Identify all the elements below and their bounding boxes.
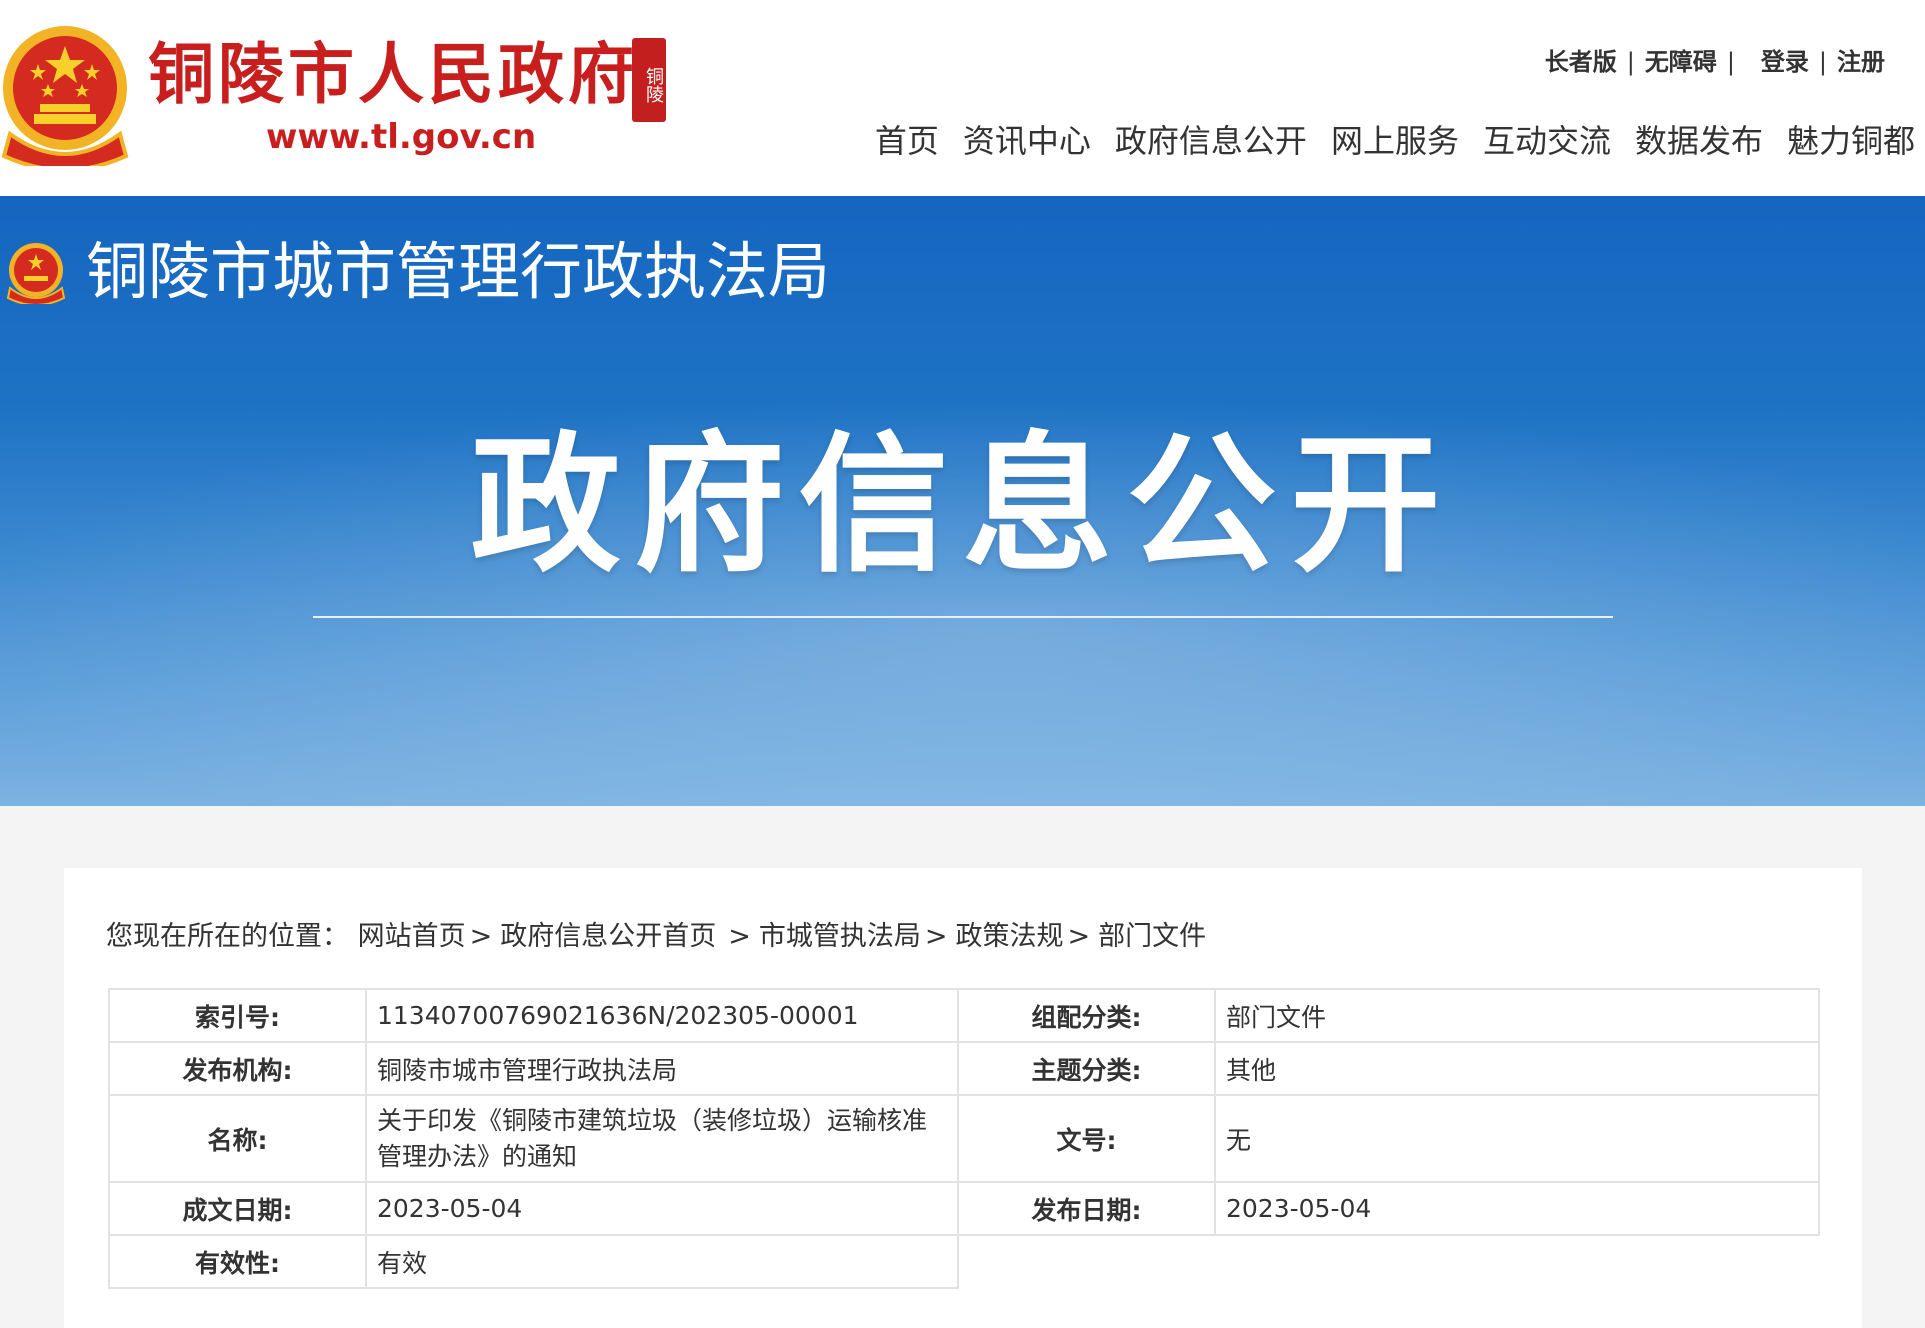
nav-item-gov-info[interactable]: 政府信息公开 (1115, 116, 1307, 162)
doc-no-value: 无 (1214, 1094, 1820, 1183)
breadcrumb-separator: > (728, 921, 751, 952)
nav-item-data[interactable]: 数据发布 (1635, 116, 1763, 162)
publish-date-value: 2023-05-04 (1214, 1181, 1820, 1236)
table-row: 有效性: 有效 (108, 1234, 1819, 1289)
accessibility-link[interactable]: 无障碍 (1645, 42, 1717, 77)
breadcrumb-item-home[interactable]: 网站首页 (358, 914, 466, 953)
validity-value: 有效 (365, 1234, 959, 1289)
banner-heading: 政府信息公开 (470, 419, 1455, 593)
validity-label: 有效性: (108, 1234, 367, 1289)
nav-item-online-service[interactable]: 网上服务 (1331, 116, 1459, 162)
category-label: 组配分类: (957, 988, 1216, 1043)
site-title[interactable]: 铜陵市人民政府 (148, 32, 638, 116)
name-label: 名称: (108, 1094, 367, 1183)
breadcrumb-item-gov-info[interactable]: 政府信息公开首页 (500, 914, 716, 953)
breadcrumb-separator: > (1067, 921, 1091, 952)
index-no-value: 11340700769021636N/202305-00001 (365, 988, 959, 1043)
breadcrumb-prefix: 您现在所在的位置： (106, 921, 349, 952)
login-link[interactable]: 登录 (1761, 42, 1809, 77)
bureau-emblem-icon (6, 243, 66, 304)
breadcrumb-separator: > (924, 921, 948, 952)
topic-label: 主题分类: (957, 1041, 1216, 1096)
banner-divider (313, 616, 1613, 618)
written-date-value: 2023-05-04 (365, 1181, 959, 1236)
table-row: 发布机构: 铜陵市城市管理行政执法局 主题分类: 其他 (108, 1041, 1820, 1096)
topic-value: 其他 (1214, 1041, 1820, 1096)
name-cell: 关于印发《铜陵市建筑垃圾（装修垃圾）运输核准管理办法》的通知 (365, 1094, 959, 1183)
index-no-label: 索引号: (108, 988, 367, 1043)
bureau-name[interactable]: 铜陵市城市管理行政执法局 (86, 232, 830, 312)
elder-mode-link[interactable]: 长者版 (1545, 42, 1617, 77)
divider: | (1818, 48, 1827, 76)
publish-date-label: 发布日期: (957, 1181, 1216, 1236)
category-value: 部门文件 (1214, 988, 1820, 1043)
breadcrumb-item-bureau[interactable]: 市城管执法局 (759, 914, 921, 953)
site-header: 铜陵市人民政府 www.tl.gov.cn 铜陵 长者版 | 无障碍 | 登录 | 注册 首… (0, 0, 1925, 196)
name-value: 关于印发《铜陵市建筑垃圾（装修垃圾）运输核准管理办法》的通知 (377, 1105, 928, 1171)
table-row: 成文日期: 2023-05-04 发布日期: 2023-05-04 (108, 1181, 1820, 1236)
breadcrumb-item-policy[interactable]: 政策法规 (955, 914, 1063, 953)
table-row: 名称: 关于印发《铜陵市建筑垃圾（装修垃圾）运输核准管理办法》的通知 文号: 无 (108, 1094, 1820, 1183)
divider: | (1726, 48, 1735, 76)
breadcrumb-item-dept-docs[interactable]: 部门文件 (1098, 914, 1206, 953)
document-meta-table: 索引号: 11340700769021636N/202305-00001 组配分… (108, 988, 1820, 1289)
publisher-label: 发布机构: (108, 1041, 367, 1096)
breadcrumb-separator: > (469, 921, 493, 952)
nav-item-interaction[interactable]: 互动交流 (1483, 116, 1611, 162)
national-emblem-icon (1, 26, 129, 166)
seal-stamp: 铜陵 (632, 38, 666, 122)
main-nav: 首页 资讯中心 政府信息公开 网上服务 互动交流 数据发布 魅力铜都 (851, 116, 1915, 162)
register-link[interactable]: 注册 (1837, 42, 1885, 77)
written-date-label: 成文日期: (108, 1181, 367, 1236)
breadcrumb: 您现在所在的位置： 网站首页 > 政府信息公开首页 > 市城管执法局 > 政策法规 > 部门文件 (106, 914, 1206, 953)
nav-item-news[interactable]: 资讯中心 (963, 116, 1091, 162)
divider: | (1626, 48, 1635, 76)
nav-item-charm[interactable]: 魅力铜都 (1787, 116, 1915, 162)
publisher-value: 铜陵市城市管理行政执法局 (365, 1041, 959, 1096)
table-row: 索引号: 11340700769021636N/202305-00001 组配分… (108, 988, 1820, 1043)
nav-item-home[interactable]: 首页 (875, 116, 939, 162)
doc-no-label: 文号: (957, 1094, 1216, 1183)
empty-cell (958, 1235, 1819, 1288)
top-links: 长者版 | 无障碍 | 登录 | 注册 (1545, 42, 1885, 77)
content-card: 您现在所在的位置： 网站首页 > 政府信息公开首页 > 市城管执法局 > 政策法规 > 部门文件… (64, 868, 1862, 1328)
site-url[interactable]: www.tl.gov.cn (266, 114, 536, 160)
banner: 铜陵市城市管理行政执法局 政府信息公开 (0, 196, 1925, 806)
